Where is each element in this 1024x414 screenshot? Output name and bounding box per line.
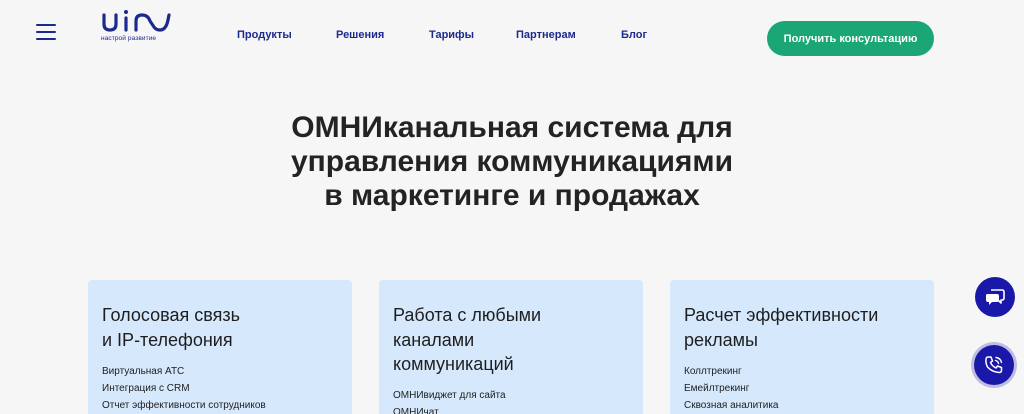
- card-title-line: и IP-телефония: [102, 329, 233, 350]
- site-header: настрой развитие Продукты Решения Тарифы…: [0, 0, 1024, 75]
- hero-title-line-3: в маркетинге и продажах: [324, 179, 700, 212]
- list-item[interactable]: Сквозная аналитика: [684, 397, 779, 414]
- card-title-line: коммуникаций: [393, 354, 514, 374]
- list-item[interactable]: Интеграция с CRM: [102, 380, 266, 397]
- list-item[interactable]: ОМНИвиджет для сайта: [393, 387, 506, 404]
- list-item[interactable]: ОМНИчат: [393, 404, 506, 414]
- chat-bubbles-icon: [986, 289, 1005, 305]
- card-feature-list: Виртуальная АТС Интеграция с CRM Отчет э…: [102, 363, 266, 414]
- card-title-line: Расчет эффективности: [684, 305, 879, 325]
- nav-item-partners[interactable]: Партнерам: [516, 29, 576, 41]
- card-title-line: каналами: [393, 329, 475, 350]
- list-item[interactable]: Коллтрекинг: [684, 363, 779, 380]
- get-consultation-button[interactable]: Получить консультацию: [767, 21, 934, 56]
- card-feature-list: ОМНИвиджет для сайта ОМНИчат: [393, 387, 506, 414]
- card-title: Работа с любыми каналами коммуникаций: [393, 303, 541, 377]
- card-feature-list: Коллтрекинг Емейлтрекинг Сквозная аналит…: [684, 363, 779, 414]
- card-title-line: рекламы: [684, 329, 758, 350]
- list-item[interactable]: Виртуальная АТС: [102, 363, 266, 380]
- card-title: Голосовая связь и IP-телефония: [102, 303, 240, 352]
- nav-item-solutions[interactable]: Решения: [336, 29, 384, 41]
- card-voice[interactable]: Голосовая связь и IP-телефония Виртуальн…: [88, 280, 352, 414]
- card-title-line: Голосовая связь: [102, 305, 240, 325]
- hamburger-menu-icon[interactable]: [36, 24, 56, 40]
- hero-title: ОМНИканальная система для управления ком…: [200, 111, 824, 213]
- hero-title-line-2: управления коммуникациями: [290, 145, 734, 178]
- nav-item-blog[interactable]: Блог: [621, 29, 647, 41]
- chat-widget-button[interactable]: [975, 277, 1015, 317]
- hero-title-line-1: ОМНИканальная система для: [291, 111, 733, 144]
- logo[interactable]: настрой развитие: [100, 8, 174, 44]
- nav-item-products[interactable]: Продукты: [237, 29, 292, 41]
- call-widget-button[interactable]: [974, 345, 1014, 385]
- logo-tagline: настрой развитие: [101, 35, 157, 42]
- nav-item-pricing[interactable]: Тарифы: [429, 29, 474, 41]
- list-item[interactable]: Емейлтрекинг: [684, 380, 779, 397]
- list-item[interactable]: Отчет эффективности сотрудников: [102, 397, 266, 414]
- card-title-line: Работа с любыми: [393, 305, 542, 325]
- card-title: Расчет эффективности рекламы: [684, 303, 878, 352]
- card-channels[interactable]: Работа с любыми каналами коммуникаций ОМ…: [379, 280, 643, 414]
- phone-ringing-icon: [985, 356, 1003, 374]
- card-ads-efficiency[interactable]: Расчет эффективности рекламы Коллтрекинг…: [670, 280, 934, 414]
- logo-mark: [102, 10, 171, 32]
